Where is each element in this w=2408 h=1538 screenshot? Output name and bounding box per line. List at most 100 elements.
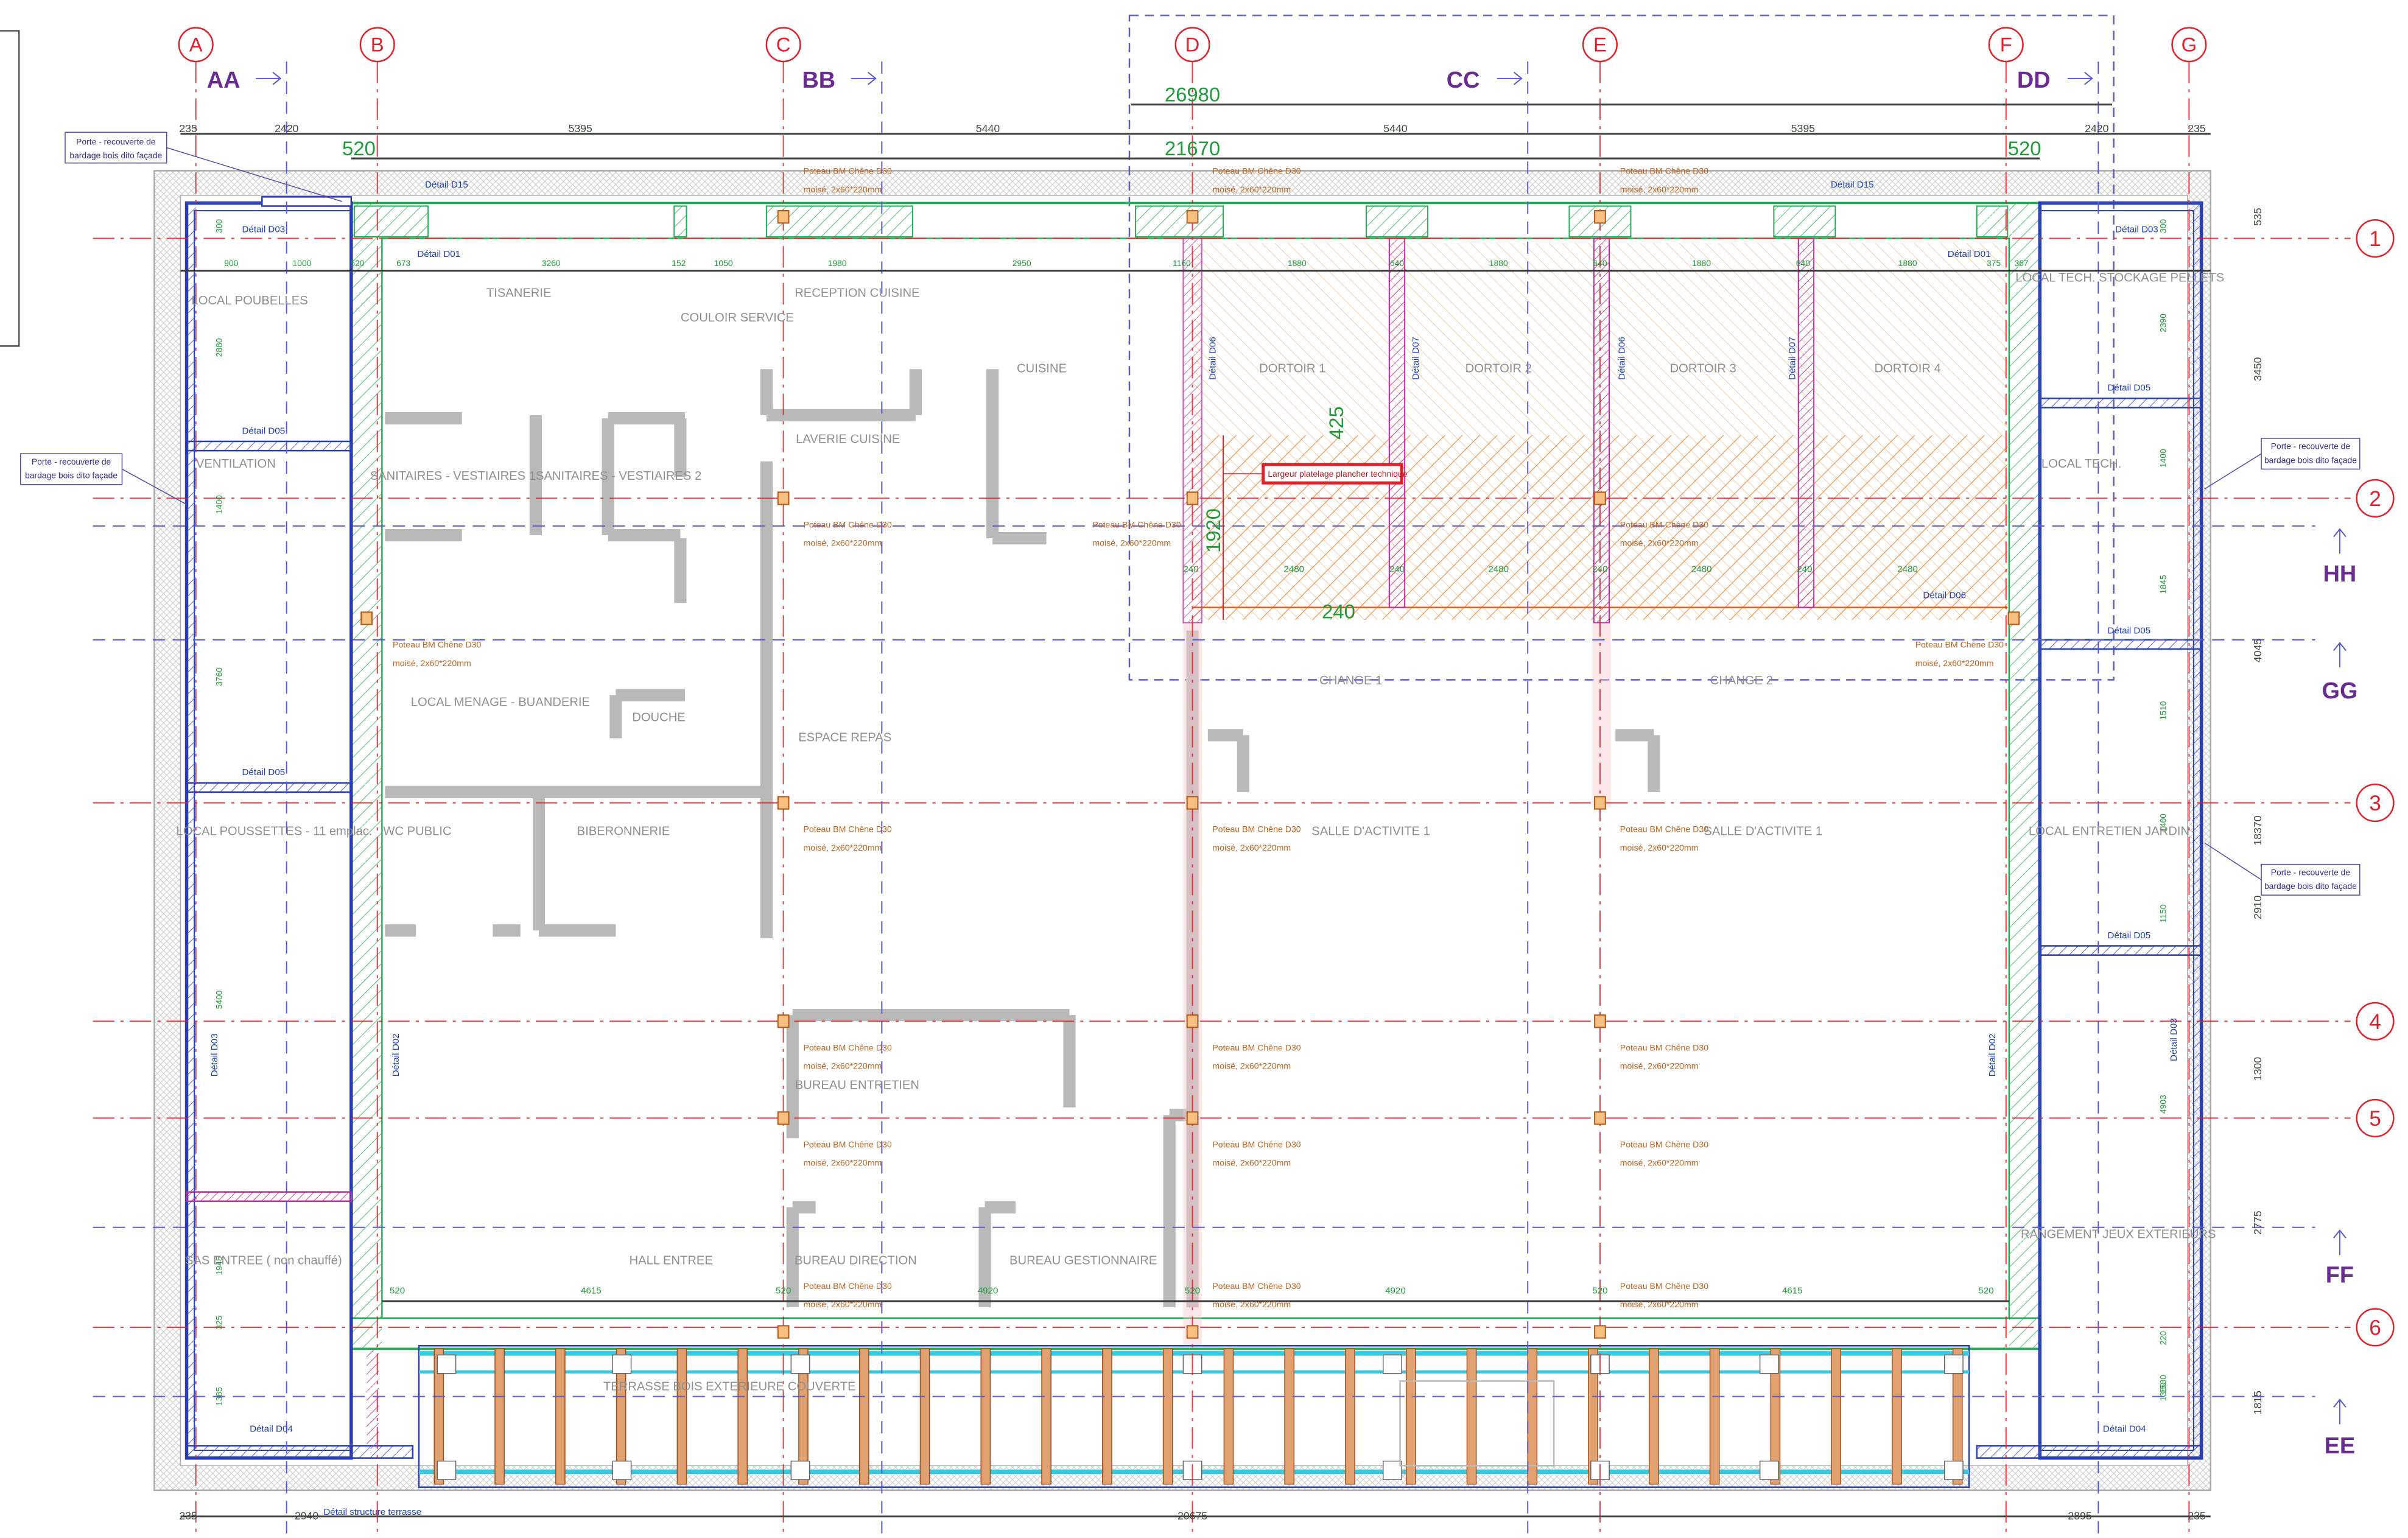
porte-note-topleft-1: Porte - recouverte de (76, 136, 156, 146)
dim-top-1: 2420 (275, 122, 298, 135)
room-douche: DOUCHE (632, 711, 685, 725)
dim-interior-11: 640 (1390, 258, 1404, 268)
poteau-note-1-line1: Poteau BM Chêne D30 (1212, 166, 1301, 175)
grid-bubble-D: D (1174, 27, 1210, 63)
room-local-poubelles: LOCAL POUBELLES (192, 294, 308, 307)
poteau-note-7-line2: moisé, 2x60*220mm (1915, 658, 1994, 668)
room-bureau-entretien: BUREAU ENTRETIEN (795, 1078, 919, 1092)
top-block-7 (1773, 205, 1836, 238)
left-partition-2 (186, 782, 353, 793)
detail-d05-4: Détail D05 (2108, 626, 2151, 636)
poteau-note-16-line1: Poteau BM Chêne D30 (1620, 1139, 1708, 1149)
room-biberonnerie: BIBERONNERIE (577, 825, 670, 838)
grid-bubble-C: C (765, 27, 801, 63)
dim-right-inner-2: 1400 (2158, 449, 2168, 468)
poteau-note-6-line1: Poteau BM Chêne D30 (393, 639, 481, 649)
grid-bubble-F: F (1988, 27, 2024, 63)
poteau-note-10-line1: Poteau BM Chêne D30 (1620, 824, 1708, 834)
dim-interior-1: 1000 (293, 258, 312, 268)
room-dortoir-2: DORTOIR 2 (1466, 362, 1532, 375)
terrace-post-bottom-4 (1383, 1460, 1402, 1480)
detail-d02-right: Détail D02 (1987, 1033, 1998, 1076)
room-dortoir-4: DORTOIR 4 (1875, 362, 1941, 375)
grid-bubble-label-C: C (776, 33, 791, 56)
grid-bubble-label-4: 4 (2369, 1010, 2381, 1034)
poteau-2 (1594, 210, 1606, 224)
dim-right-inner-10: 1580 (2158, 1375, 2168, 1394)
dim-right-0: 535 (2252, 208, 2264, 226)
dim-interior-16: 1880 (1898, 258, 1917, 268)
terrace-joist-2 (555, 1348, 566, 1485)
poteau-note-18-line2: moisé, 2x60*220mm (1212, 1299, 1291, 1309)
section-arrow-HH (2333, 528, 2347, 554)
terrace-joist-4 (676, 1348, 687, 1485)
terrace-joist-14 (1284, 1348, 1295, 1485)
poteau-note-18-line1: Poteau BM Chêne D30 (1212, 1281, 1301, 1291)
grid-bubble-label-3: 3 (2369, 792, 2381, 815)
poteau-note-19-line2: moisé, 2x60*220mm (1620, 1299, 1699, 1309)
poteau-note-0-line2: moisé, 2x60*220mm (803, 184, 882, 194)
poteau-8 (1594, 796, 1606, 810)
dim-top-overall: 26980 (1165, 83, 1220, 106)
poteau-12 (777, 1111, 790, 1125)
poteau-note-14-line1: Poteau BM Chêne D30 (803, 1139, 891, 1149)
poteau-note-16-line2: moisé, 2x60*220mm (1620, 1158, 1699, 1168)
dim-bottom-2: 520 (776, 1285, 791, 1296)
dim-dortoir-2: 240 (1389, 564, 1405, 575)
porte-note-right1-2: bardage bois dito façade (2264, 455, 2357, 465)
grid-bubble-label-A: A (189, 33, 203, 56)
dim-bottom-overall-1: 2940 (295, 1510, 318, 1522)
dim-top-2: 5395 (569, 122, 592, 135)
dim-bottom-4: 520 (1185, 1285, 1200, 1296)
dim-right-inner-0: 300 (2158, 219, 2168, 233)
section-arrow-EE (2333, 1399, 2347, 1425)
poteau-note-6-line2: moisé, 2x60*220mm (393, 658, 471, 668)
poteau-note-13-line1: Poteau BM Chêne D30 (1620, 1042, 1708, 1052)
terrace-joist-10 (1041, 1348, 1051, 1485)
dim-dortoir-4: 240 (1592, 564, 1607, 575)
terrace-post-bottom-1 (612, 1460, 632, 1480)
room-local-entretien: LOCAL ENTRETIEN JARDIN (2029, 825, 2189, 838)
poteau-note-8-line1: Poteau BM Chêne D30 (803, 824, 891, 834)
dim-top-inner: 21670 (1165, 137, 1220, 160)
grid-bubble-label-6: 6 (2369, 1316, 2381, 1340)
terrace-post-top-7 (1944, 1354, 1964, 1374)
grid-bubble-6: 6 (2356, 1308, 2395, 1347)
title-block-edge (0, 30, 20, 347)
grid-bubble-G: G (2171, 27, 2207, 63)
terrace-post-top-6 (1759, 1354, 1779, 1374)
detail-d06-top: Détail D06 (1207, 337, 1218, 380)
dim-right-6: 2775 (2252, 1210, 2264, 1234)
terrace-joist-16 (1405, 1348, 1416, 1485)
room-laverie: LAVERIE CUISINE (796, 432, 900, 446)
dim-dortoir-1: 2480 (1283, 564, 1304, 575)
room-dortoir-3: DORTOIR 3 (1670, 362, 1736, 375)
dim-dortoir-6: 240 (1797, 564, 1812, 575)
porte-note-right2-1: Porte - recouverte de (2271, 867, 2351, 877)
dim-right-1: 3450 (2252, 357, 2264, 381)
dim-right-4: 2910 (2252, 896, 2264, 919)
terrace-joist-11 (1102, 1348, 1112, 1485)
poteau-note-11-line2: moisé, 2x60*220mm (803, 1061, 882, 1071)
terrace-joist-24 (1892, 1348, 1902, 1485)
detail-d03-right: Détail D03 (2115, 224, 2158, 234)
dim-dortoir-7: 2480 (1897, 564, 1918, 575)
detail-d05-2: Détail D05 (242, 767, 285, 778)
poteau-note-2-line2: moisé, 2x60*220mm (1620, 184, 1699, 194)
poteau-13 (1186, 1111, 1199, 1125)
top-block-2 (673, 205, 687, 238)
dim-right-inner-1: 2390 (2158, 314, 2168, 332)
room-sas-entree: SAS ENTREE ( non chauffé) (185, 1254, 342, 1267)
poteau-note-1-line2: moisé, 2x60*220mm (1212, 184, 1291, 194)
poteau-note-2-line1: Poteau BM Chêne D30 (1620, 166, 1708, 175)
top-block-8 (1976, 205, 2009, 238)
dim-interior-9: 1160 (1173, 258, 1191, 268)
dims-right-col: 535 3450 4045 18370 2910 1300 2775 1815 (2252, 208, 2264, 1414)
dim-top-6: 2420 (2085, 122, 2108, 135)
poteau-note-19-line1: Poteau BM Chêne D30 (1620, 1281, 1708, 1291)
detail-d07-1: Détail D07 (1411, 337, 1421, 380)
left-partition-1 (186, 440, 353, 452)
dim-right-inner-9: 220 (2158, 1331, 2168, 1345)
grid-bubble-label-E: E (1593, 33, 1607, 56)
dim-dortoir-5: 2480 (1691, 564, 1712, 575)
